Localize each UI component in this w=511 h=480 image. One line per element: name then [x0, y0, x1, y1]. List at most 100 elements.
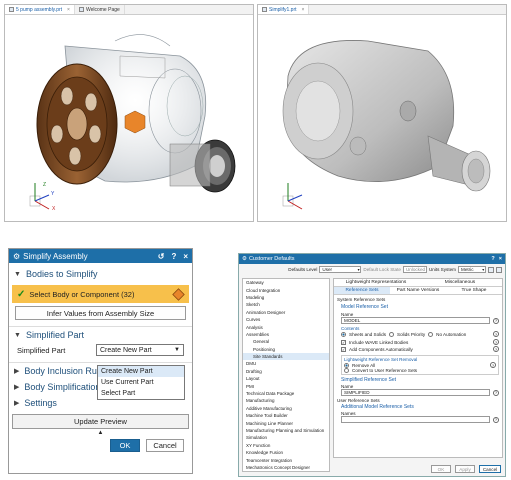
tree-item[interactable]: XY Function	[243, 442, 329, 449]
chevron-right-icon: ▶	[14, 384, 20, 391]
defaults-toolbar: Defaults Level User ▼ Default Lock State …	[239, 264, 505, 275]
tree-item[interactable]: Sketch	[243, 301, 329, 308]
simplified-part-dropdown[interactable]: Create New Part ▼	[96, 344, 184, 356]
tree-item[interactable]: PMI	[243, 382, 329, 389]
tree-item[interactable]: Knowledge Fusion	[243, 449, 329, 456]
radio-convert-user-ref-sets[interactable]	[344, 368, 349, 373]
gear-icon: ⚙	[13, 251, 21, 261]
radio-no-automation[interactable]	[428, 331, 434, 337]
pump-assembly-model	[29, 34, 236, 210]
tree-item[interactable]: Manufacturing Planning and Simulation	[243, 427, 329, 434]
help-icon[interactable]: ?	[490, 362, 496, 368]
help-icon[interactable]: ?	[491, 256, 494, 262]
tab-miscellaneous[interactable]: Miscellaneous	[418, 279, 502, 286]
dialog-button-row: OK Cancel	[9, 436, 192, 452]
tree-item[interactable]: Mechatronics Concept Designer	[243, 464, 329, 471]
update-preview-button[interactable]: Update Preview	[12, 414, 189, 429]
tree-item[interactable]: DMU	[243, 360, 329, 367]
search-icon[interactable]	[488, 266, 494, 273]
tree-item[interactable]: Teamcenter Integration	[243, 456, 329, 463]
dropdown-option[interactable]: Create New Part	[98, 366, 184, 377]
settings-panel: Lightweight Representations Miscellaneou…	[333, 278, 503, 458]
ok-button[interactable]: OK	[110, 439, 140, 452]
defaults-level-label: Defaults Level	[288, 267, 318, 272]
tree-item[interactable]: Technical Data Package	[243, 390, 329, 397]
chevron-right-icon: ▶	[14, 400, 20, 407]
tree-item[interactable]: Gateway	[243, 279, 329, 286]
tab-reference-sets[interactable]: Reference Sets	[334, 287, 390, 294]
tab-true-shape[interactable]: True Shape	[446, 287, 502, 294]
help-icon[interactable]: ?	[493, 339, 499, 345]
additional-model-ref-sets-heading: Additional Model Reference Sets	[341, 404, 414, 410]
right-tabbar: Simplify1.prt ×	[258, 5, 506, 15]
left-viewport-window: 5 pump assembly.prt × Welcome Page Z Y X	[4, 4, 254, 222]
tree-item[interactable]: Additive Manufacturing	[243, 405, 329, 412]
select-body-row[interactable]: ✓ Select Body or Component (32)	[12, 285, 189, 303]
tab-lightweight-representations[interactable]: Lightweight Representations	[334, 279, 418, 286]
dropdown-list: Create New Part Use Current Part Select …	[97, 365, 185, 400]
select-body-label: Select Body or Component (32)	[29, 289, 135, 299]
tree-item[interactable]: Machine Tool Builder	[243, 412, 329, 419]
help-icon[interactable]: ?	[493, 389, 499, 396]
cancel-button[interactable]: Cancel	[146, 439, 184, 452]
tree-item[interactable]: Analysis	[243, 323, 329, 330]
lock-state-label: Default Lock State	[363, 267, 401, 272]
top-tabs: Lightweight Representations Miscellaneou…	[334, 279, 502, 287]
checkbox-add-components[interactable]: ✓	[341, 346, 346, 352]
help-icon[interactable]: ?	[171, 252, 176, 261]
tree-item[interactable]: Animation Designer	[243, 309, 329, 316]
tree-item[interactable]: Assemblies	[243, 331, 329, 338]
right-graphics-area[interactable]	[258, 16, 506, 221]
dropdown-option[interactable]: Select Part	[98, 388, 184, 399]
close-icon[interactable]: ×	[183, 252, 188, 261]
dropdown-option[interactable]: Use Current Part	[98, 377, 184, 388]
ok-button[interactable]: OK	[431, 465, 451, 473]
section-simplified-part[interactable]: ▼ Simplified Part	[9, 327, 192, 343]
simplified-part-row: Simplified Part Create New Part ▼	[9, 343, 192, 357]
help-icon[interactable]: ?	[493, 416, 499, 423]
tree-item[interactable]: Machining Line Planner	[243, 419, 329, 426]
section-bodies-to-simplify[interactable]: ▼ Bodies to Simplify	[9, 266, 192, 282]
radio-sheets-solids[interactable]	[341, 331, 346, 337]
tree-item[interactable]: General	[243, 338, 329, 345]
units-system-select[interactable]: Metric ▼	[458, 266, 486, 273]
tab-pump-assembly[interactable]: 5 pump assembly.prt ×	[5, 5, 75, 14]
simplified-name-field[interactable]: SIMPLIFIED	[341, 389, 490, 396]
tree-item[interactable]: Drafting	[243, 368, 329, 375]
close-icon[interactable]: ×	[499, 256, 502, 262]
tree-item[interactable]: Site Standards	[243, 352, 329, 361]
settings-icon[interactable]	[496, 266, 502, 273]
defaults-level-select[interactable]: User ▼	[319, 266, 362, 273]
help-icon[interactable]: ?	[493, 346, 499, 352]
chevron-down-icon: ▼	[14, 270, 21, 278]
reset-icon[interactable]: ↺	[158, 252, 165, 261]
simplify-assembly-dialog: ⚙ Simplify Assembly ↺ ? × ▼ Bodies to Sim…	[8, 248, 193, 474]
tree-item[interactable]: Modeling	[243, 294, 329, 301]
close-icon[interactable]: ×	[302, 7, 305, 13]
radio-remove-all[interactable]	[344, 362, 349, 368]
left-graphics-area[interactable]: Z Y X	[5, 16, 253, 221]
checkbox-include-wave[interactable]: ✓	[341, 339, 346, 345]
tab-welcome-page[interactable]: Welcome Page	[75, 5, 125, 14]
tree-item[interactable]: Cloud Integration	[243, 286, 329, 293]
help-icon[interactable]: ?	[493, 331, 499, 337]
cancel-button[interactable]: Cancel	[479, 465, 501, 473]
tree-item[interactable]: Simulation	[243, 434, 329, 441]
help-icon[interactable]: ?	[493, 317, 499, 324]
tab-simplify1[interactable]: Simplify1.prt ×	[258, 5, 310, 14]
tree-item[interactable]: Layout	[243, 375, 329, 382]
infer-values-button[interactable]: Infer Values from Assembly Size	[15, 306, 186, 320]
names-field[interactable]	[341, 416, 490, 423]
lock-state-select[interactable]: Unlocked	[402, 266, 427, 273]
component-cube-icon[interactable]	[172, 287, 185, 301]
model-name-field[interactable]: MODEL	[341, 317, 490, 324]
axis-x-label: X	[52, 206, 56, 212]
radio-solids-priority[interactable]	[389, 331, 395, 337]
tab-part-name-versions[interactable]: Part Name Versions	[390, 287, 446, 294]
close-icon[interactable]: ×	[67, 7, 70, 13]
tree-item[interactable]: Positioning	[243, 346, 329, 353]
apply-button[interactable]: Apply	[455, 465, 475, 473]
tree-item[interactable]: Manufacturing	[243, 397, 329, 404]
tree-item[interactable]: Curves	[243, 316, 329, 323]
right-viewport-window: Simplify1.prt ×	[257, 4, 507, 222]
